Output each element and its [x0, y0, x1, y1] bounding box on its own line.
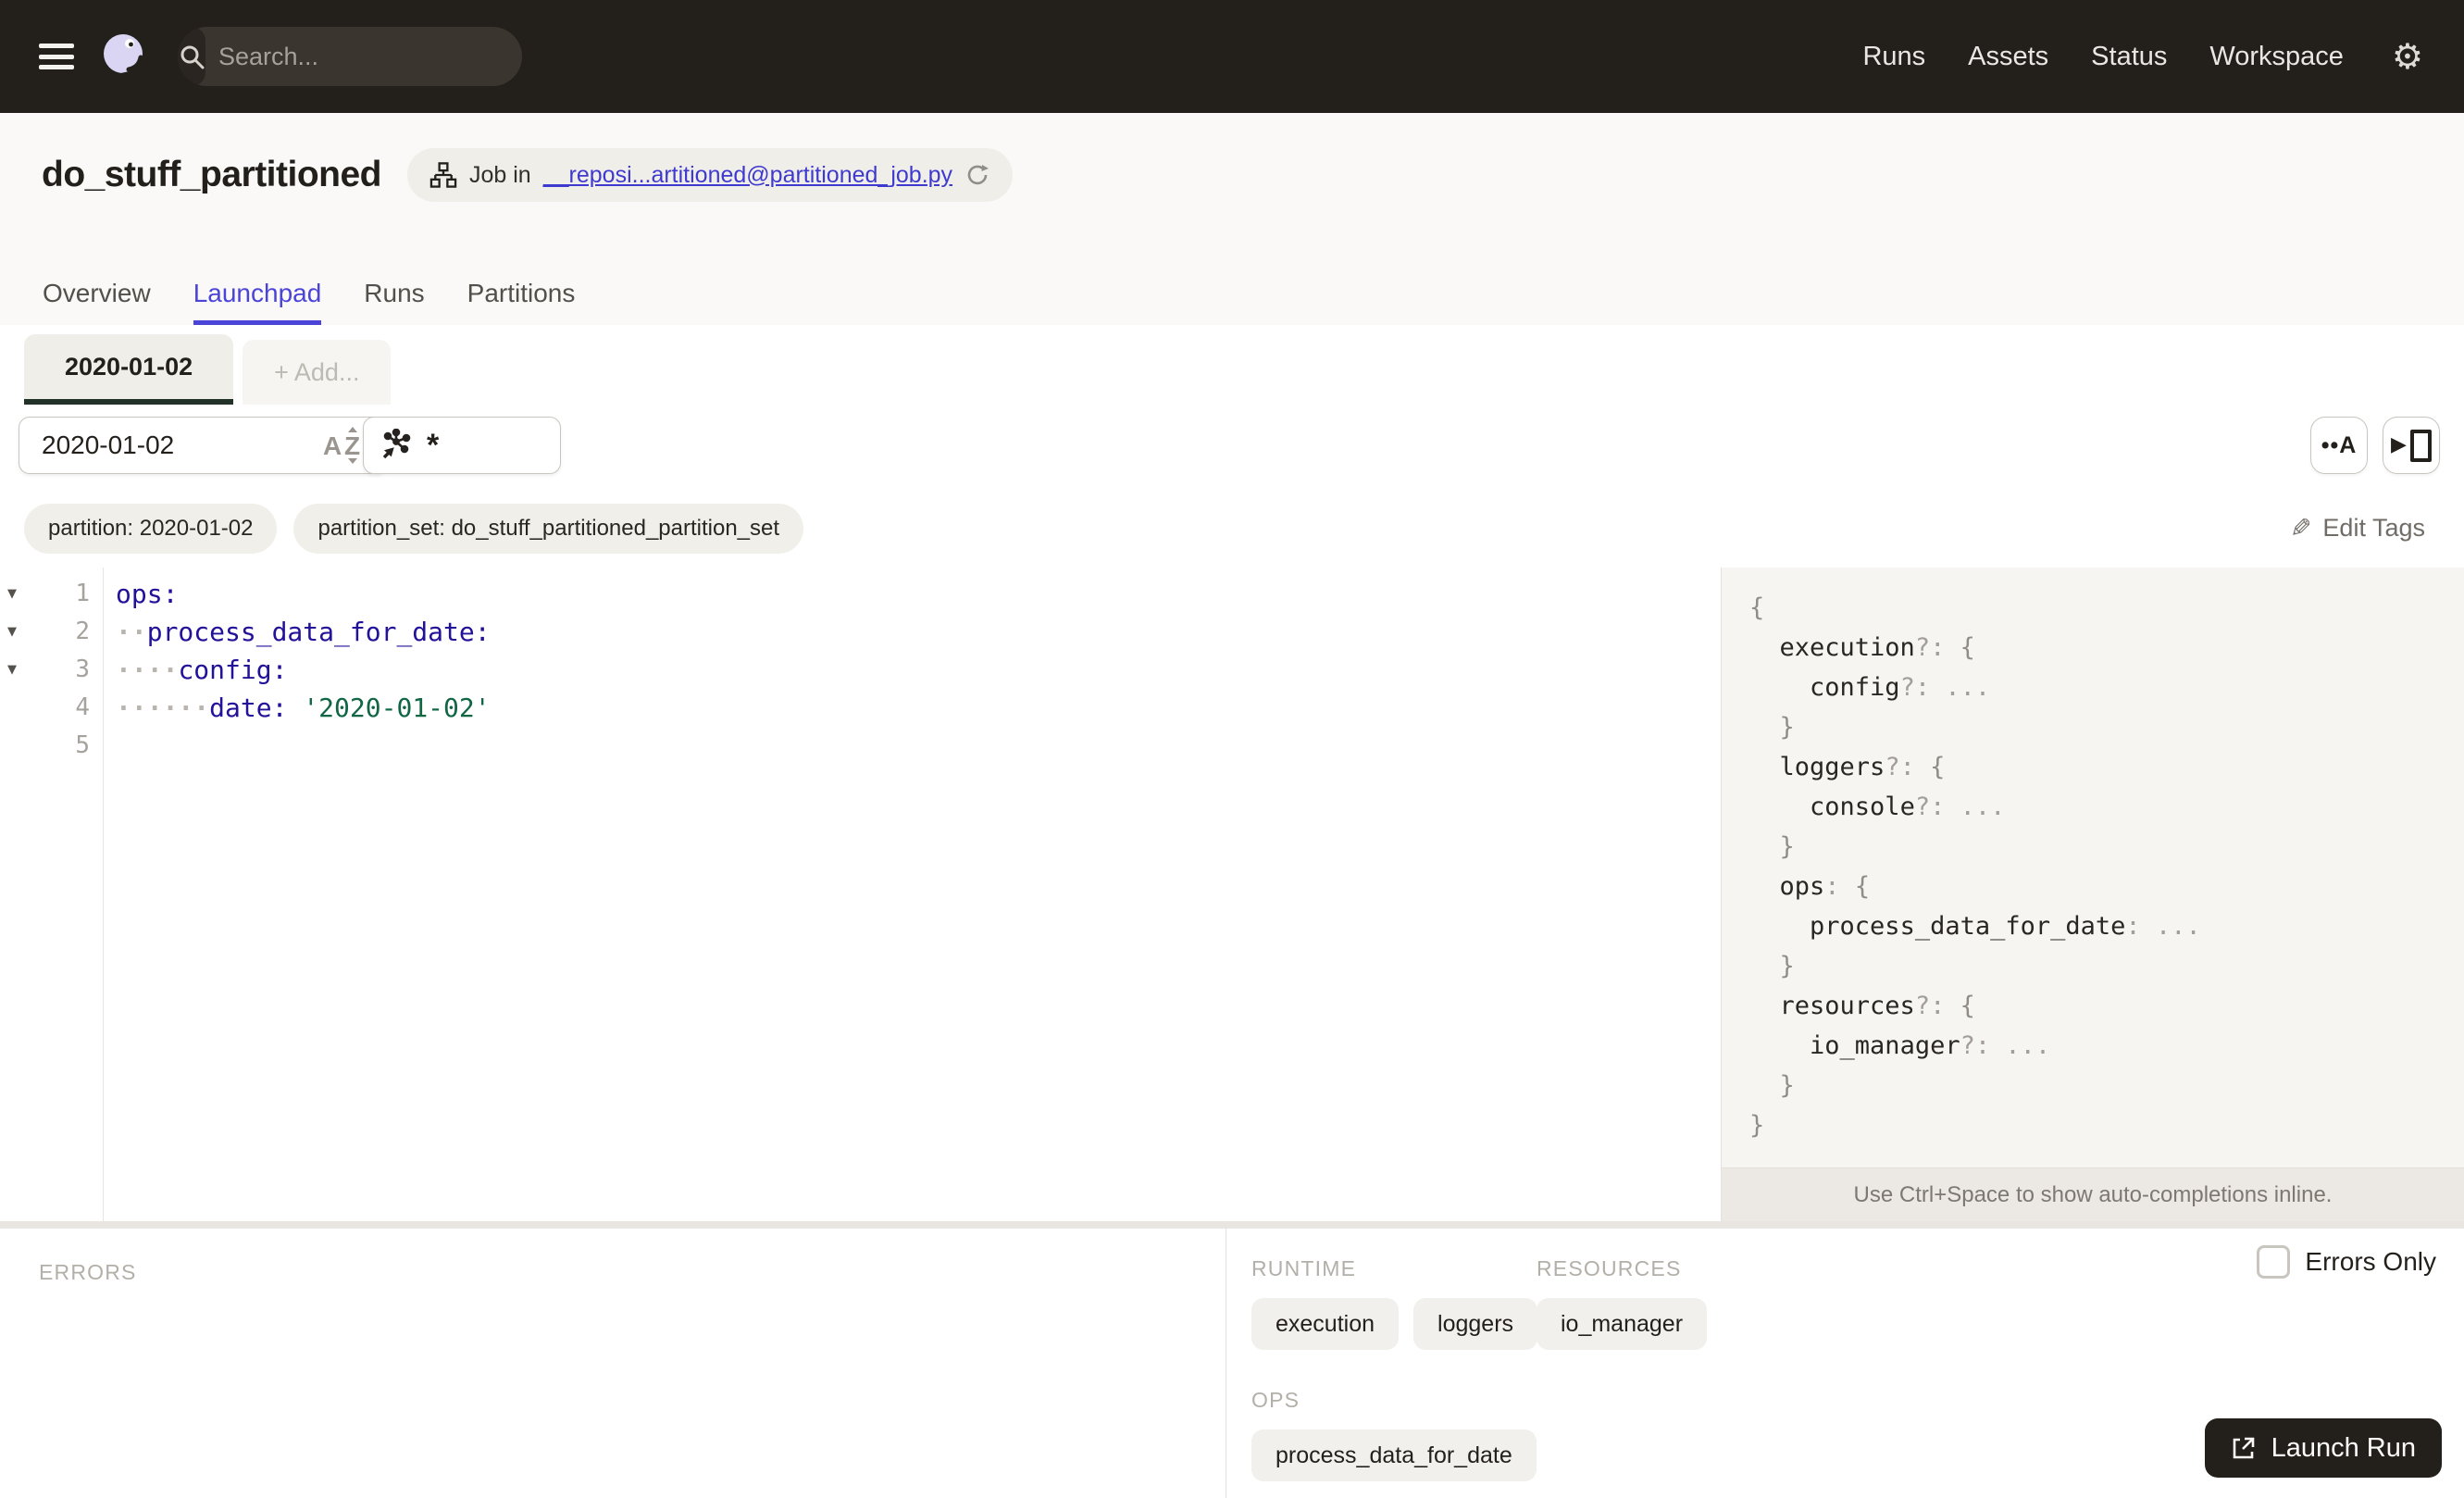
errors-label: ERRORS	[39, 1260, 137, 1284]
job-graph-icon	[429, 162, 457, 188]
tab-partitions[interactable]: Partitions	[467, 279, 576, 325]
schema-root: { execution?: { config?: ... } loggers?:…	[1749, 593, 2201, 1140]
config-schema-panel: { execution?: { config?: ... } loggers?:…	[1721, 568, 2464, 1221]
config-tab-partition[interactable]: 2020-01-02	[24, 334, 234, 405]
tags-row: partition: 2020-01-02 partition_set: do_…	[0, 489, 2464, 568]
edit-tags-label: Edit Tags	[2322, 514, 2425, 542]
search-icon	[178, 27, 205, 86]
bottom-panel: ERRORS RUNTIME execution loggers RESOURC…	[0, 1229, 2464, 1498]
launch-run-label: Launch Run	[2271, 1432, 2416, 1463]
schema-summary-pane: RUNTIME execution loggers RESOURCES io_m…	[1227, 1229, 2464, 1498]
runtime-item-execution[interactable]: execution	[1251, 1298, 1400, 1350]
ops-label: OPS	[1251, 1388, 1300, 1412]
page-header: do_stuff_partitioned Job in __reposi...a…	[0, 113, 2464, 326]
hamburger-menu-icon[interactable]	[39, 44, 74, 69]
launch-icon	[2233, 1437, 2254, 1459]
runtime-section: RUNTIME execution loggers	[1251, 1256, 1538, 1350]
resources-label: RESOURCES	[1537, 1256, 1682, 1280]
global-search[interactable]: /	[178, 27, 522, 86]
nav-assets[interactable]: Assets	[1968, 42, 2048, 72]
selector-row: 2020-01-02 A Z * ••A ▶	[0, 405, 2464, 489]
dagit-launchpad-page: / Runs Assets Status Workspace ⚙ do_stuf…	[0, 0, 2464, 1498]
expand-autocompletion-button[interactable]: ••A	[2310, 417, 2368, 474]
scaffold-icon: ▶	[2391, 429, 2432, 462]
config-editor-region: ▼ 1 ▼ 2 ▼ 3 4 5 ops: ··process_data_for_date: ···…	[0, 568, 2464, 1221]
search-input[interactable]	[205, 42, 522, 71]
runtime-label: RUNTIME	[1251, 1256, 1357, 1280]
tab-launchpad[interactable]: Launchpad	[193, 279, 322, 325]
dagster-logo[interactable]	[98, 31, 150, 82]
yaml-editor[interactable]: ops: ··process_data_for_date: ····config: ·…	[105, 568, 1720, 1221]
svg-text:A: A	[323, 431, 342, 460]
page-title: do_stuff_partitioned	[42, 155, 382, 194]
partition-select-value: 2020-01-02	[42, 431, 175, 459]
resource-item-io-manager[interactable]: io_manager	[1537, 1298, 1708, 1350]
op-subset-value: *	[427, 428, 440, 463]
launch-run-button[interactable]: Launch Run	[2204, 1418, 2442, 1478]
nav-runs[interactable]: Runs	[1862, 42, 1925, 72]
autocomplete-hint: Use Ctrl+Space to show auto-completions …	[1722, 1167, 2464, 1221]
partition-select[interactable]: 2020-01-02 A Z	[19, 417, 388, 474]
editor-gutter[interactable]: ▼ 1 ▼ 2 ▼ 3 4 5	[0, 568, 104, 1221]
errors-only-checkbox[interactable]	[2257, 1245, 2291, 1279]
nav-workspace[interactable]: Workspace	[2209, 42, 2344, 72]
tag-partition-set: partition_set: do_stuff_partitioned_part…	[293, 503, 804, 554]
runtime-item-loggers[interactable]: loggers	[1413, 1298, 1538, 1350]
svg-text:Z: Z	[344, 431, 360, 460]
op-subset-select[interactable]: *	[363, 417, 561, 474]
tab-runs[interactable]: Runs	[364, 279, 424, 325]
job-origin-prefix: Job in	[469, 161, 531, 188]
errors-pane: ERRORS	[0, 1229, 1226, 1498]
op-item-process-data-for-date[interactable]: process_data_for_date	[1251, 1429, 1537, 1481]
settings-gear-icon[interactable]: ⚙	[2392, 39, 2423, 74]
resources-section: RESOURCES io_manager	[1537, 1256, 1708, 1350]
job-tabs: Overview Launchpad Runs Partitions	[43, 279, 575, 325]
tag-partition: partition: 2020-01-02	[24, 503, 278, 554]
ops-section: OPS process_data_for_date	[1251, 1388, 1537, 1481]
nav-status[interactable]: Status	[2091, 42, 2167, 72]
top-navbar: / Runs Assets Status Workspace ⚙	[0, 0, 2464, 113]
pencil-icon: ✎	[2289, 513, 2312, 543]
reload-icon[interactable]	[964, 162, 990, 188]
pane-splitter[interactable]	[0, 1221, 2464, 1229]
tab-overview[interactable]: Overview	[43, 279, 151, 325]
top-nav-links: Runs Assets Status Workspace ⚙	[1862, 39, 2464, 74]
edit-tags-button[interactable]: ✎ Edit Tags	[2290, 513, 2425, 543]
errors-only-label: Errors Only	[2305, 1247, 2436, 1276]
op-graph-select-icon	[382, 429, 411, 459]
job-origin-link[interactable]: __reposi...artitioned@partitioned_job.py	[543, 162, 952, 189]
config-tab-add[interactable]: + Add...	[243, 340, 392, 405]
scaffold-missing-config-button[interactable]: ▶	[2383, 417, 2440, 474]
job-origin-pill: Job in __reposi...artitioned@partitioned…	[407, 148, 1014, 202]
errors-only-control: Errors Only	[2257, 1245, 2436, 1279]
launchpad-config-tabs: 2020-01-02 + Add...	[0, 325, 2464, 406]
